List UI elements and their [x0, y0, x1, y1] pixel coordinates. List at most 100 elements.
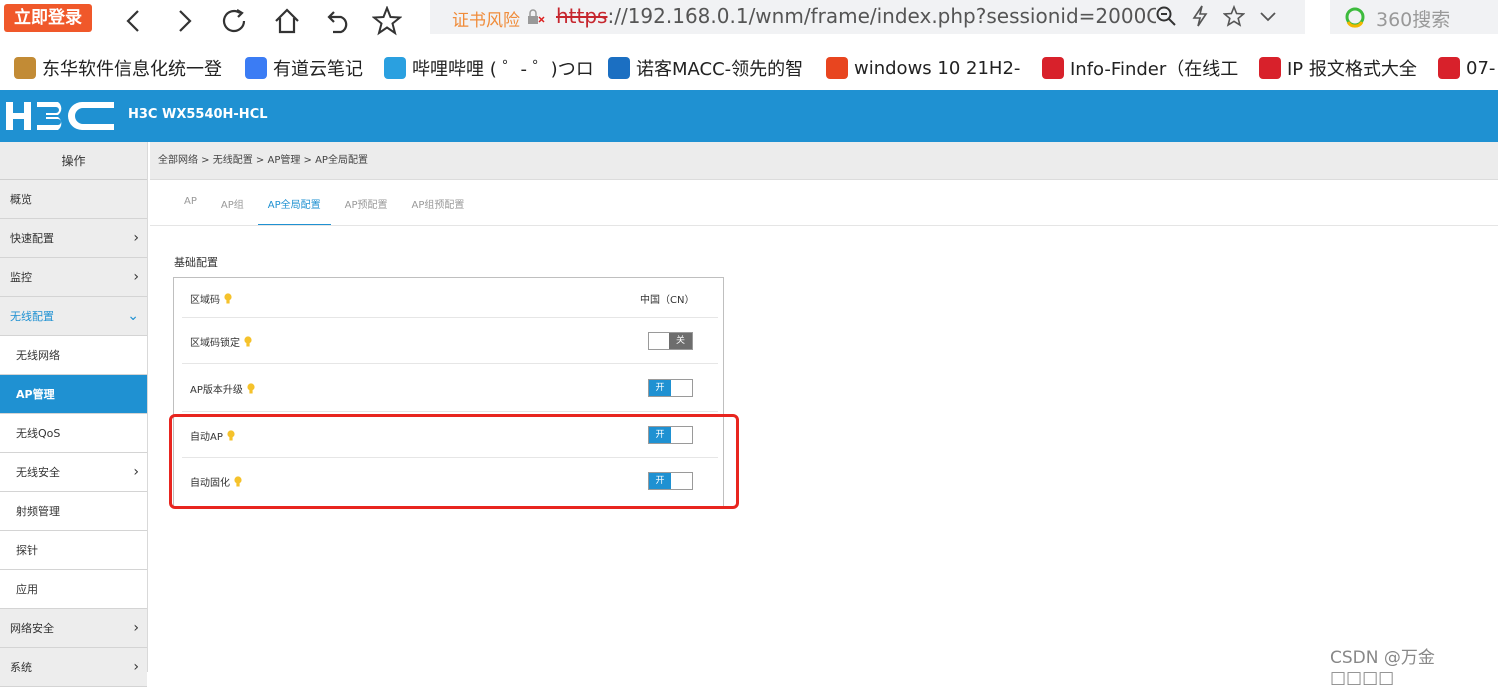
- bookmark-item[interactable]: 诺客MACC-领先的智: [608, 54, 803, 82]
- url-rest: ://192.168.0.1/wnm/frame/index.php?sessi…: [607, 4, 1156, 28]
- sidebar-item[interactable]: 无线安全 ›: [0, 453, 147, 492]
- macc-icon: [608, 57, 630, 79]
- toggle-switch[interactable]: 关: [648, 332, 693, 350]
- bookmark-label: IP 报文格式大全: [1287, 59, 1417, 80]
- sidebar-item[interactable]: 系统 ›: [0, 648, 147, 687]
- sidebar-item-label: 网络安全: [10, 622, 54, 635]
- sidebar-item[interactable]: 无线QoS: [0, 414, 147, 453]
- config-row-label: 区域码锁定: [190, 338, 240, 349]
- bookmark-item[interactable]: 07-: [1438, 54, 1495, 82]
- chevron-right-icon: ›: [133, 464, 139, 480]
- sidebar-heading: 操作: [0, 142, 147, 180]
- toggle-knob: [671, 380, 692, 396]
- lightbulb-icon[interactable]: [224, 293, 232, 304]
- config-row-label-wrap: AP版本升级: [190, 381, 255, 396]
- config-row-label: 区域码: [190, 295, 220, 306]
- sidebar-item[interactable]: 应用: [0, 570, 147, 609]
- chevron-down-icon[interactable]: [1259, 5, 1277, 31]
- zoom-search-icon[interactable]: [1155, 5, 1177, 31]
- bookmark-label: 东华软件信息化统一登: [42, 59, 222, 80]
- sidebar-item[interactable]: 快速配置 ›: [0, 219, 147, 258]
- cert-risk-label[interactable]: 证书风险: [452, 6, 520, 31]
- app-header: H3C WX5540H-HCL: [0, 90, 1498, 142]
- lightning-icon[interactable]: [1191, 5, 1209, 31]
- youdao-icon: [245, 57, 267, 79]
- undo-icon[interactable]: [324, 6, 354, 36]
- breadcrumb: 全部网络 > 无线配置 > AP管理 > AP全局配置: [150, 142, 1498, 180]
- back-icon[interactable]: [118, 6, 148, 36]
- address-bar[interactable]: 证书风险 https://192.168.0.1/wnm/frame/index…: [430, 0, 1305, 34]
- sidebar-item-label: 射频管理: [16, 505, 60, 518]
- toggle-switch[interactable]: 开: [648, 379, 693, 397]
- tab-item[interactable]: AP组: [211, 186, 254, 226]
- sidebar-item[interactable]: 网络安全 ›: [0, 609, 147, 648]
- config-row-label-wrap: 区域码锁定: [190, 334, 252, 349]
- bookmark-label: 07-: [1466, 57, 1496, 79]
- toggle-label: 关: [669, 333, 692, 349]
- sidebar-item[interactable]: 无线配置 ⌄: [0, 297, 147, 336]
- bookmarks-bar: 东华软件信息化统一登 有道云笔记 哔哩哔哩 ( ゜- ゜)つロ 诺客MACC-领先的智…: [0, 50, 1498, 86]
- reload-icon[interactable]: [220, 6, 250, 36]
- sidebar-item-label: 探针: [16, 544, 38, 557]
- sidebar-item[interactable]: AP管理: [0, 375, 147, 414]
- tab-item[interactable]: AP预配置: [335, 186, 398, 226]
- search-placeholder: 360搜索: [1376, 9, 1451, 31]
- windows-icon: [826, 57, 848, 79]
- chevron-right-icon: ›: [133, 620, 139, 636]
- config-row: 区域码锁定 关: [182, 318, 718, 364]
- sidebar-item-label: AP管理: [16, 388, 55, 401]
- sidebar-item[interactable]: 无线网络: [0, 336, 147, 375]
- highlight-box: [169, 414, 739, 509]
- broken-lock-icon: [526, 8, 546, 30]
- huawei-icon: [1259, 57, 1281, 79]
- h3c-icon: [1438, 57, 1460, 79]
- tab-item[interactable]: AP: [174, 186, 207, 226]
- search-360-input[interactable]: 360搜索: [1330, 0, 1498, 34]
- watermark: CSDN @万金 □□□□: [1330, 648, 1435, 688]
- sidebar-item-label: 无线QoS: [16, 427, 61, 440]
- favorite-star-icon[interactable]: [372, 6, 402, 36]
- config-row-label-wrap: 区域码: [190, 291, 232, 306]
- bookmark-label: 有道云笔记: [273, 59, 363, 80]
- device-model: H3C WX5540H-HCL: [128, 107, 268, 122]
- bookmark-item[interactable]: 哔哩哔哩 ( ゜- ゜)つロ: [384, 54, 594, 82]
- config-row-label: AP版本升级: [190, 385, 243, 396]
- sidebar-item[interactable]: 射频管理: [0, 492, 147, 531]
- home-icon[interactable]: [272, 6, 302, 36]
- sidebar-item[interactable]: 监控 ›: [0, 258, 147, 297]
- bookmark-label: 诺客MACC-领先的智: [636, 59, 804, 80]
- bookmark-item[interactable]: 东华软件信息化统一登: [14, 54, 222, 82]
- star-icon[interactable]: [1222, 4, 1246, 31]
- h3c-logo: [6, 100, 116, 136]
- donghua-icon: [14, 57, 36, 79]
- url-text[interactable]: https://192.168.0.1/wnm/frame/index.php?…: [556, 4, 1156, 28]
- section-title: 基础配置: [174, 256, 218, 269]
- sidebar-item[interactable]: 概览: [0, 180, 147, 219]
- sidebar-item-label: 无线安全: [16, 466, 60, 479]
- lightbulb-icon[interactable]: [244, 336, 252, 347]
- browser-toolbar: 立即登录 证书风险 https://192.168.0.1/wnm/frame/…: [0, 0, 1498, 90]
- huawei-icon: [1042, 57, 1064, 79]
- bookmark-item[interactable]: windows 10 21H2-: [826, 54, 1020, 82]
- sidebar-item-label: 快速配置: [10, 232, 54, 245]
- forward-icon[interactable]: [170, 6, 200, 36]
- bookmark-item[interactable]: 有道云笔记: [245, 54, 363, 82]
- login-button[interactable]: 立即登录: [4, 4, 92, 32]
- sidebar: 操作 概览 快速配置 › 监控 › 无线配置 ⌄ 无线网络 AP管理 无线QoS 无线安全 › 射频管理…: [0, 142, 148, 687]
- bookmark-item[interactable]: IP 报文格式大全: [1259, 54, 1417, 82]
- config-row-value: 中国（CN）: [640, 295, 695, 306]
- lightbulb-icon[interactable]: [247, 383, 255, 394]
- sidebar-item-label: 概览: [10, 193, 32, 206]
- sidebar-item-label: 系统: [10, 661, 32, 674]
- tab-bar: AP AP组 AP全局配置 AP预配置 AP组预配置: [174, 186, 478, 226]
- sidebar-item-label: 无线配置: [10, 310, 54, 323]
- bilibili-icon: [384, 57, 406, 79]
- tab-item[interactable]: AP全局配置: [257, 186, 331, 226]
- tab-item[interactable]: AP组预配置: [402, 186, 475, 226]
- sidebar-item-label: 应用: [16, 583, 38, 596]
- browser-nav-row: 立即登录 证书风险 https://192.168.0.1/wnm/frame/…: [0, 0, 1498, 44]
- config-row: AP版本升级 开: [182, 364, 718, 412]
- sidebar-item[interactable]: 探针: [0, 531, 147, 570]
- bookmark-item[interactable]: Info-Finder（在线工: [1042, 54, 1238, 82]
- config-row: 区域码 中国（CN）: [182, 278, 718, 318]
